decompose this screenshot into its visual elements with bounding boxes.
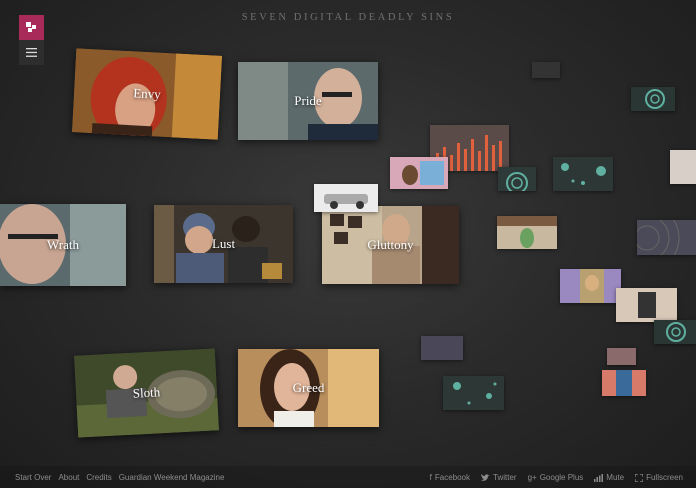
sin-tile-pride[interactable]: Pride (238, 62, 378, 140)
menu-button[interactable] (19, 40, 44, 65)
site-title: SEVEN DIGITAL DEADLY SINS (241, 12, 455, 23)
shop-thumbnail (497, 216, 557, 249)
footer-right-links: f Facebook Twitter g+ Google Plus Mute F… (430, 473, 683, 482)
sin-tile-wrath[interactable]: Wrath (0, 204, 126, 286)
camera-thumbnail (616, 288, 677, 322)
logo-icon (26, 22, 36, 32)
cartoon-thumbnail-b (670, 150, 696, 184)
dark-square-thumbnail (532, 62, 560, 78)
twitter-icon (481, 473, 491, 481)
small-thumbnail-d (607, 348, 636, 365)
mute-button[interactable]: Mute (594, 473, 624, 482)
sin-label-gluttony: Gluttony (367, 237, 414, 252)
sin-label-greed: Greed (292, 380, 325, 395)
guardian-weekend-link[interactable]: Guardian Weekend Magazine (119, 473, 225, 482)
google-plus-link[interactable]: g+ Google Plus (528, 473, 584, 482)
sin-tile-envy[interactable]: Envy (71, 48, 223, 140)
twitter-link[interactable]: Twitter (481, 473, 517, 482)
facebook-icon: f (429, 473, 432, 482)
hamburger-icon (26, 48, 37, 57)
sin-label-wrath: Wrath (47, 237, 79, 252)
volume-icon (594, 473, 604, 482)
rings-thumbnail-c (654, 320, 696, 344)
fullscreen-button[interactable]: Fullscreen (635, 473, 683, 482)
car-thumbnail (314, 184, 378, 212)
google-plus-label: Google Plus (539, 473, 584, 482)
sin-label-lust: Lust (211, 236, 236, 251)
facebook-label: Facebook (434, 473, 471, 482)
cartoon-thumbnail-e (602, 370, 646, 396)
footer-left-links: Start Over About Credits Guardian Weeken… (15, 473, 224, 482)
fullscreen-icon (635, 473, 644, 482)
rings-thumbnail-a (498, 167, 536, 191)
purple-square-thumbnail (421, 336, 463, 360)
cartoon-thumbnail-a (390, 157, 448, 189)
google-plus-icon: g+ (527, 473, 537, 482)
sin-tile-gluttony[interactable]: Gluttony (322, 206, 459, 284)
dots-thumbnail-a (553, 157, 613, 191)
footer: Start Over About Credits Guardian Weeken… (0, 466, 696, 488)
twitter-label: Twitter (493, 473, 517, 482)
facebook-link[interactable]: f Facebook (430, 473, 470, 482)
fullscreen-label: Fullscreen (646, 473, 683, 482)
start-over-link[interactable]: Start Over (15, 473, 51, 482)
about-link[interactable]: About (58, 473, 79, 482)
sin-tile-greed[interactable]: Greed (238, 349, 379, 427)
sin-tile-sloth[interactable]: Sloth (73, 348, 220, 438)
rings-thumbnail-b (631, 87, 675, 111)
dots-thumbnail-b (443, 376, 504, 410)
logo-button[interactable] (19, 15, 44, 40)
cartoon-thumbnail-c (560, 269, 621, 303)
credits-link[interactable]: Credits (86, 473, 111, 482)
tunnel-thumbnail (637, 220, 696, 255)
sin-label-pride: Pride (294, 93, 322, 108)
sin-tile-lust[interactable]: Lust (154, 205, 293, 283)
mute-label: Mute (606, 473, 625, 482)
